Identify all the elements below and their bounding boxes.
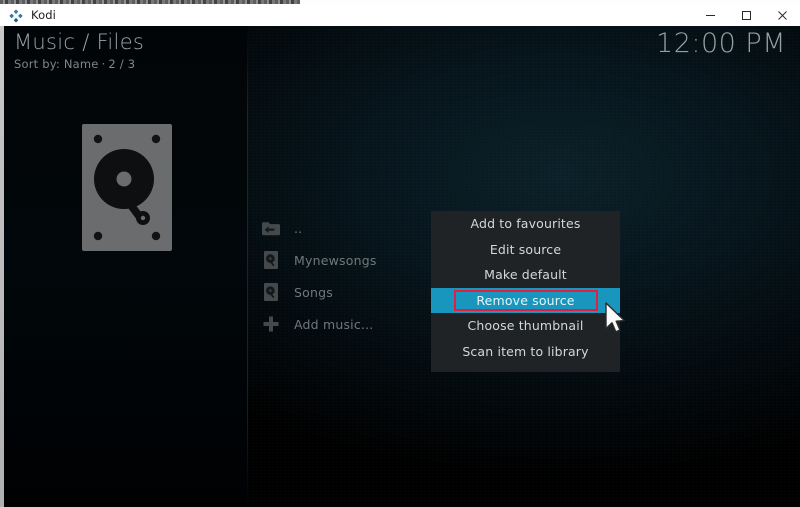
list-item-label: Add music... (294, 317, 373, 332)
file-list: .. Mynewsongs (258, 212, 428, 340)
list-item[interactable]: Songs (258, 276, 428, 308)
subtitle-separator: · (99, 57, 109, 71)
folder-up-icon (258, 218, 284, 238)
left-edge-artifact-strip (0, 26, 4, 507)
left-panel-background (4, 26, 248, 507)
context-menu-item-label: Choose thumbnail (468, 318, 584, 333)
context-menu-item-label: Remove source (476, 293, 574, 308)
list-item-label: Mynewsongs (294, 253, 377, 268)
context-menu-item-label: Scan item to library (462, 344, 588, 359)
screenshot-root: Kodi Music / Files Sort by: Name·2 / 3 1… (0, 0, 800, 507)
hard-disk-drive-icon (82, 124, 172, 251)
context-menu-item-edit-source[interactable]: Edit source (431, 237, 620, 263)
list-item-label: .. (294, 221, 302, 236)
hard-disk-drive-icon (258, 282, 284, 302)
context-menu: Add to favourites Edit source Make defau… (431, 211, 620, 372)
context-menu-item-label: Add to favourites (471, 216, 581, 231)
context-menu-item-label: Make default (484, 267, 567, 282)
close-icon[interactable] (764, 4, 800, 26)
panel-divider (247, 26, 248, 507)
maximize-icon[interactable] (728, 4, 764, 26)
page-header: Music / Files Sort by: Name·2 / 3 (14, 30, 144, 71)
context-menu-item-label: Edit source (490, 242, 561, 257)
context-menu-item-remove-source[interactable]: Remove source (431, 288, 620, 314)
mouse-pointer-icon (604, 302, 628, 336)
context-menu-item-scan-item-to-library[interactable]: Scan item to library (431, 339, 620, 365)
window-controls (692, 4, 800, 26)
item-position: 2 / 3 (108, 57, 135, 71)
sort-label: Sort by: Name (14, 57, 99, 71)
kodi-app-canvas: Music / Files Sort by: Name·2 / 3 12:00 … (0, 26, 800, 507)
list-item-label: Songs (294, 285, 333, 300)
list-item[interactable]: .. (258, 212, 428, 244)
kodi-logo-icon (9, 8, 23, 22)
window-titlebar: Kodi (0, 4, 800, 27)
context-menu-item-add-to-favourites[interactable]: Add to favourites (431, 211, 620, 237)
minimize-icon[interactable] (692, 4, 728, 26)
plus-icon (258, 314, 284, 334)
titlebar-left: Kodi (0, 4, 692, 26)
list-item[interactable]: Mynewsongs (258, 244, 428, 276)
context-menu-item-make-default[interactable]: Make default (431, 262, 620, 288)
window-title: Kodi (31, 8, 56, 22)
clock: 12:00 PM (656, 28, 786, 59)
hard-disk-drive-icon (258, 250, 284, 270)
page-subtitle: Sort by: Name·2 / 3 (14, 57, 144, 71)
page-title: Music / Files (14, 30, 144, 55)
context-menu-item-choose-thumbnail[interactable]: Choose thumbnail (431, 313, 620, 339)
list-item[interactable]: Add music... (258, 308, 428, 340)
